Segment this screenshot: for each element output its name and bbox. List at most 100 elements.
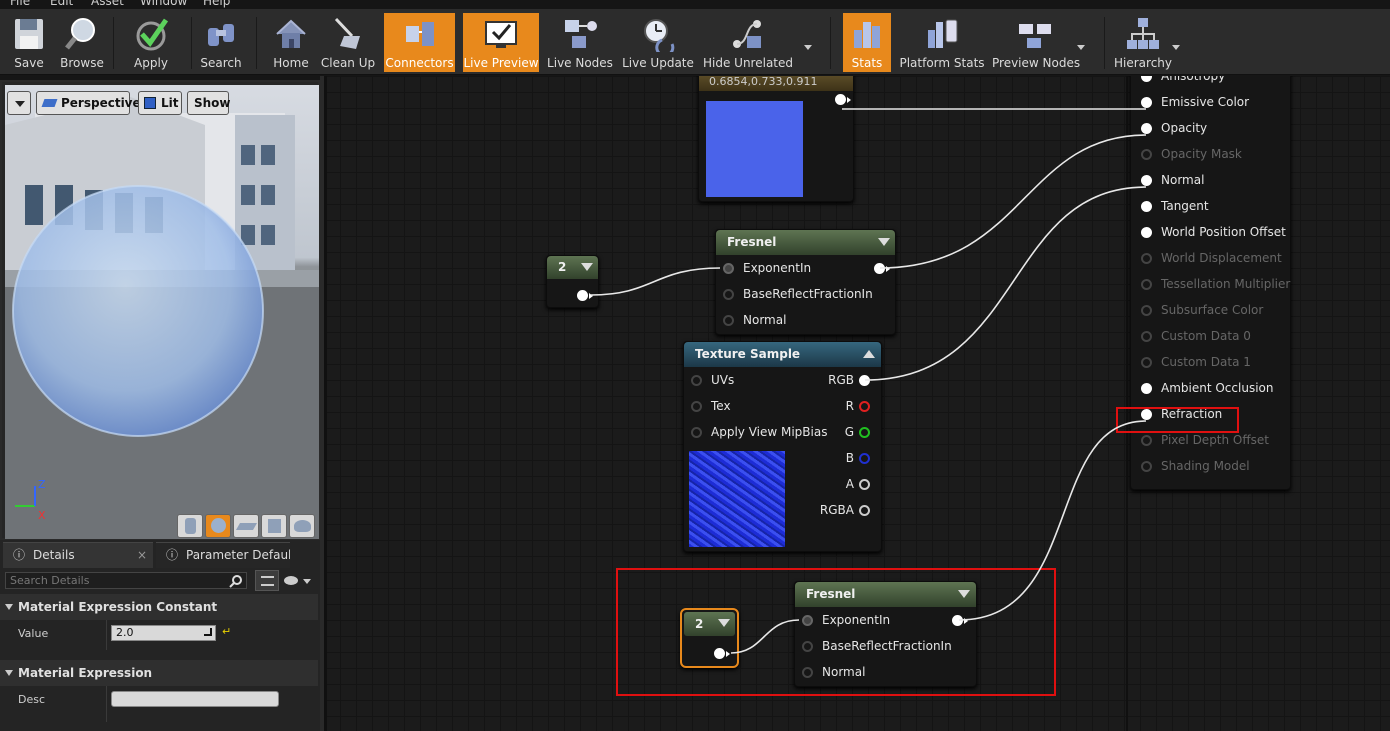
texture-sample-node[interactable]: Texture Sample UVs Tex Apply View MipBia…	[683, 341, 882, 552]
menu-help[interactable]: Help	[203, 0, 230, 8]
preview-nodes-button[interactable]: Preview Nodes	[992, 13, 1080, 72]
preview-sphere-button[interactable]	[205, 514, 231, 538]
magnifier-icon	[64, 16, 100, 52]
apply-button[interactable]: Apply	[124, 13, 178, 72]
menu-asset[interactable]: Asset	[91, 0, 124, 8]
result-pin[interactable]	[1141, 279, 1152, 290]
hide-unrelated-button[interactable]: Hide Unrelated	[703, 13, 793, 72]
output-pin[interactable]	[952, 615, 963, 626]
result-pin[interactable]	[1141, 149, 1152, 160]
result-pin[interactable]	[1141, 435, 1152, 446]
b-output-pin[interactable]	[859, 453, 870, 464]
stats-button[interactable]: Stats	[843, 13, 891, 72]
hierarchy-button[interactable]: Hierarchy	[1114, 13, 1172, 72]
result-pin[interactable]	[1141, 305, 1152, 316]
material-graph[interactable]: 0.6854,0.733,0.911 2 Fresnel ExponentIn …	[320, 76, 1390, 731]
search-details-input[interactable]: Search Details	[5, 572, 247, 589]
property-matrix-button[interactable]	[255, 570, 279, 591]
tab-parameter-defaults[interactable]: ⓘ Parameter Defaults	[156, 542, 290, 568]
search-button[interactable]: Search	[196, 13, 246, 72]
rgb-output-pin[interactable]	[859, 375, 870, 386]
section-material-expression-constant[interactable]: Material Expression Constant	[0, 594, 318, 620]
collapse-triangle-icon[interactable]	[718, 619, 730, 627]
toolbar-more-chevron-icon[interactable]	[804, 45, 812, 50]
vector-constant-node[interactable]: 0.6854,0.733,0.911	[698, 76, 854, 202]
tab-details[interactable]: ⓘ Details ×	[3, 542, 153, 568]
clean-up-button[interactable]: Clean Up	[320, 13, 376, 72]
result-pin[interactable]	[1141, 123, 1152, 134]
base-reflect-pin[interactable]	[723, 289, 734, 300]
reset-to-default-icon[interactable]: ↵	[222, 625, 231, 638]
constant-node-2[interactable]: 2	[680, 608, 739, 668]
connectors-button[interactable]: Connectors	[384, 13, 455, 72]
exponent-in-pin[interactable]	[802, 615, 813, 626]
browse-button[interactable]: Browse	[56, 13, 108, 72]
hierarchy-chevron-icon[interactable]	[1172, 45, 1180, 50]
constant-node-1[interactable]: 2	[546, 255, 599, 308]
output-pin[interactable]	[874, 263, 885, 274]
collapse-triangle-icon[interactable]	[958, 590, 970, 598]
show-button[interactable]: Show	[187, 91, 231, 115]
menu-window[interactable]: Window	[140, 0, 187, 8]
fresnel-title: Fresnel	[716, 230, 895, 255]
result-pin[interactable]	[1141, 461, 1152, 472]
platform-stats-button[interactable]: Platform Stats	[899, 13, 985, 72]
lit-mode-button[interactable]: Lit	[138, 91, 182, 115]
preview-plane-button[interactable]	[233, 514, 259, 538]
exponent-in-pin[interactable]	[723, 263, 734, 274]
result-pin[interactable]	[1141, 227, 1152, 238]
preview-nodes-chevron-icon[interactable]	[1077, 45, 1085, 50]
teapot-icon	[294, 520, 311, 532]
view-mode-button[interactable]: Perspective	[36, 91, 141, 115]
fresnel-node-2[interactable]: Fresnel ExponentIn BaseReflectFractionIn…	[794, 581, 977, 687]
apply-view-mipbias-pin[interactable]	[691, 427, 702, 438]
home-button[interactable]: Home	[266, 13, 316, 72]
result-pin[interactable]	[1141, 97, 1152, 108]
output-pin[interactable]	[577, 290, 588, 301]
result-pin[interactable]	[1141, 357, 1152, 368]
base-reflect-pin[interactable]	[802, 641, 813, 652]
result-pin[interactable]	[1141, 383, 1152, 394]
normal-pin[interactable]	[802, 667, 813, 678]
value-input[interactable]: 2.0	[111, 625, 216, 641]
collapse-triangle-icon[interactable]	[878, 238, 890, 246]
result-pin[interactable]	[1141, 201, 1152, 212]
collapse-triangle-icon[interactable]	[863, 350, 875, 358]
r-output-pin[interactable]	[859, 401, 870, 412]
result-pin[interactable]	[1141, 331, 1152, 342]
result-pin[interactable]	[1141, 175, 1152, 186]
live-preview-button[interactable]: Live Preview	[463, 13, 539, 72]
output-pin[interactable]	[835, 94, 846, 105]
info-icon: ⓘ	[13, 548, 26, 562]
collapse-triangle-icon[interactable]	[581, 263, 593, 271]
menu-edit[interactable]: Edit	[50, 0, 73, 8]
result-pin[interactable]	[1141, 253, 1152, 264]
result-pin-label: Opacity Mask	[1161, 147, 1242, 161]
viewport-options-button[interactable]	[7, 91, 31, 115]
lit-cube-icon	[144, 97, 156, 109]
preview-viewport[interactable]: Perspective Lit Show Z X	[0, 80, 320, 540]
section-material-expression[interactable]: Material Expression	[0, 660, 318, 686]
tex-pin[interactable]	[691, 401, 702, 412]
live-nodes-button[interactable]: Live Nodes	[547, 13, 613, 72]
visibility-filter-button[interactable]	[284, 574, 314, 588]
collapse-arrow-icon	[5, 670, 13, 676]
menu-file[interactable]: File	[10, 0, 30, 8]
preview-cylinder-button[interactable]	[177, 514, 203, 538]
preview-mesh-button[interactable]	[289, 514, 315, 538]
fresnel-node-1[interactable]: Fresnel ExponentIn BaseReflectFractionIn…	[715, 229, 896, 335]
result-pin[interactable]	[1141, 76, 1152, 82]
live-update-button[interactable]: Live Update	[622, 13, 694, 72]
output-pin[interactable]	[714, 648, 725, 659]
viewport-scene[interactable]: Perspective Lit Show Z X	[5, 85, 319, 539]
close-tab-icon[interactable]: ×	[137, 543, 147, 567]
normal-pin[interactable]	[723, 315, 734, 326]
desc-input[interactable]	[111, 691, 279, 707]
save-button[interactable]: Save	[4, 13, 54, 72]
g-output-pin[interactable]	[859, 427, 870, 438]
result-pin-label: Custom Data 1	[1161, 355, 1251, 369]
uvs-pin[interactable]	[691, 375, 702, 386]
rgba-output-pin[interactable]	[859, 505, 870, 516]
preview-cube-button[interactable]	[261, 514, 287, 538]
a-output-pin[interactable]	[859, 479, 870, 490]
